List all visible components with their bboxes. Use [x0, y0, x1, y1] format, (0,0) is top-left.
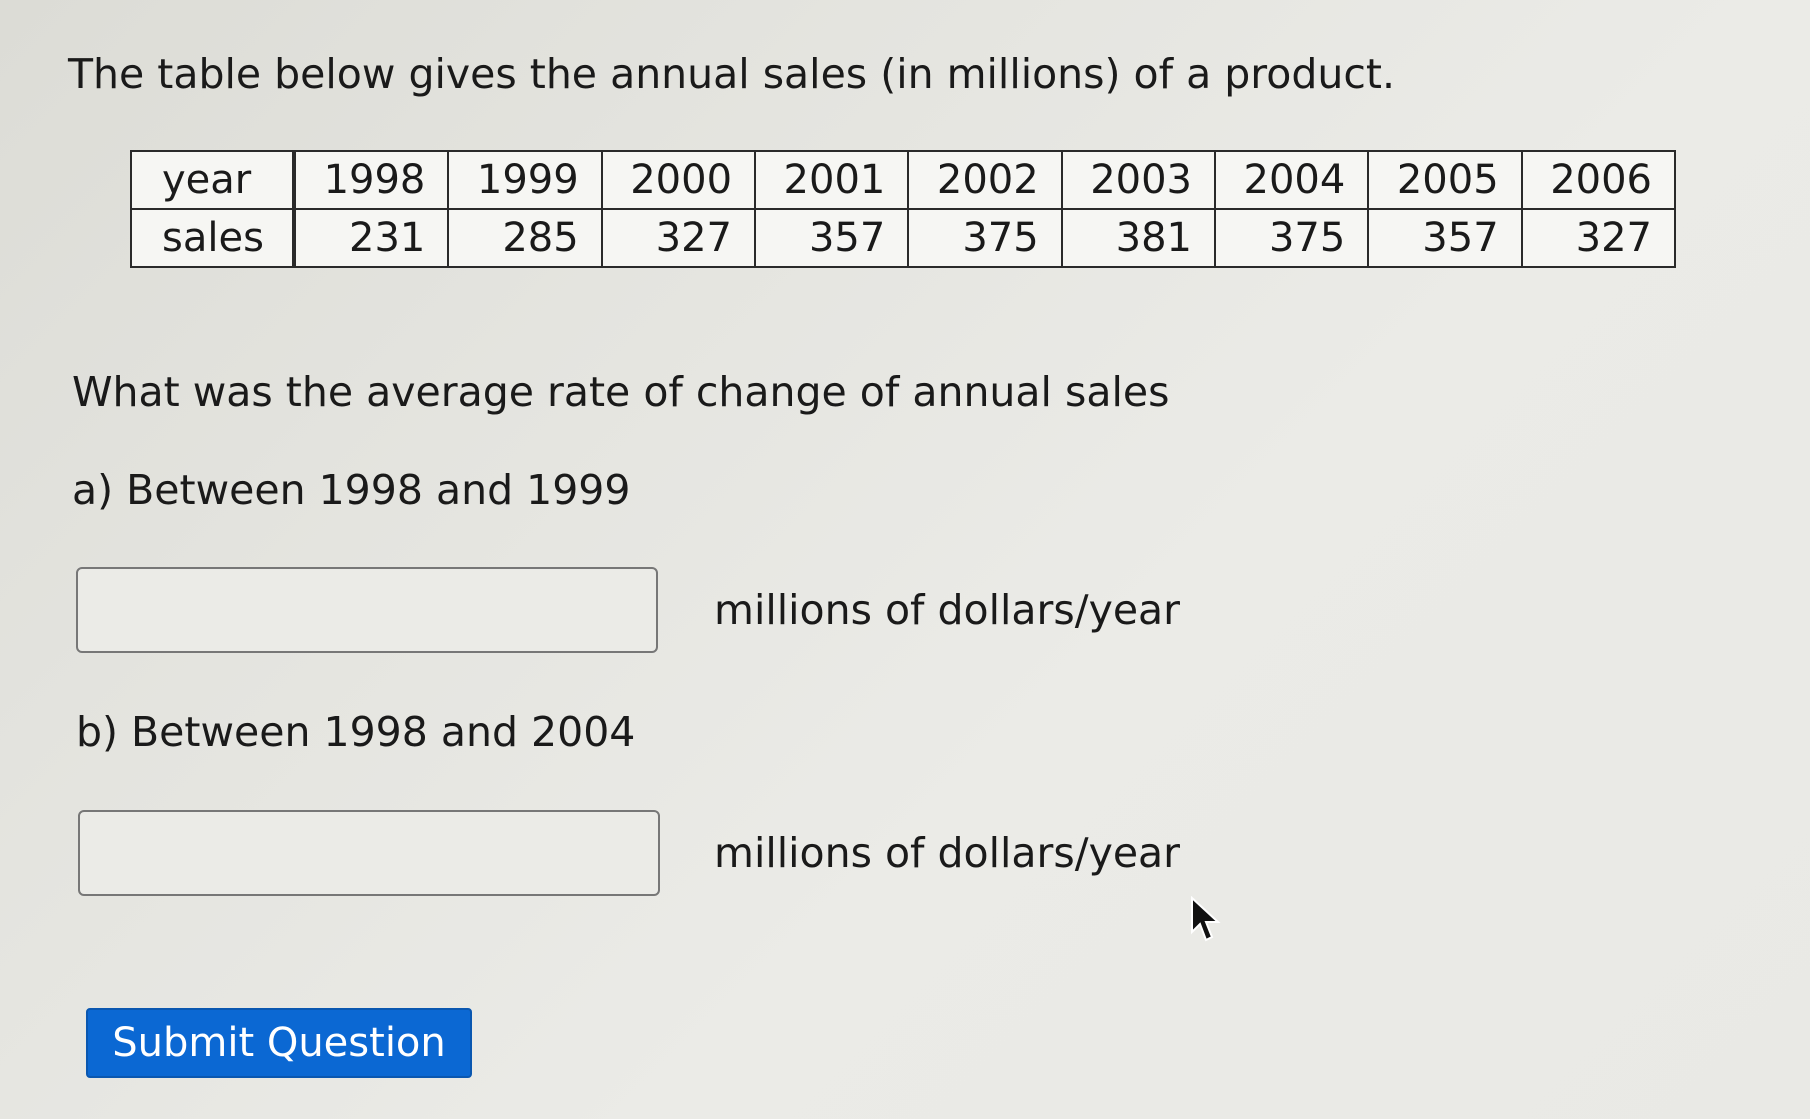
year-cell: 2000 — [600, 150, 757, 210]
year-cell: 2005 — [1367, 150, 1523, 210]
year-cell: 2003 — [1060, 150, 1217, 210]
year-cell: 1998 — [292, 150, 450, 210]
year-cell: 2001 — [754, 150, 910, 210]
table-row-year: year 1998 1999 2000 2001 2002 2003 2004 … — [130, 150, 1677, 210]
part-b-units: millions of dollars/year — [714, 829, 1181, 877]
part-a-label: a) Between 1998 and 1999 — [72, 466, 631, 514]
part-a-units: millions of dollars/year — [714, 586, 1181, 634]
sales-cell: 285 — [447, 208, 603, 268]
year-cell: 2004 — [1213, 150, 1370, 210]
submit-question-button[interactable]: Submit Question — [86, 1008, 472, 1078]
sales-cell: 327 — [1520, 208, 1677, 268]
sales-cell: 327 — [600, 208, 757, 268]
year-cell: 2006 — [1520, 150, 1677, 210]
table-row-sales: sales 231 285 327 357 375 381 375 357 32… — [130, 208, 1677, 268]
sales-table: year 1998 1999 2000 2001 2002 2003 2004 … — [130, 150, 1677, 268]
part-b-label: b) Between 1998 and 2004 — [76, 708, 636, 756]
mouse-pointer-icon — [1191, 896, 1221, 942]
part-b-answer-input[interactable] — [78, 810, 660, 896]
row-header-sales: sales — [130, 208, 296, 268]
year-cell: 2002 — [907, 150, 1063, 210]
part-a-answer-input[interactable] — [76, 567, 658, 653]
row-header-year: year — [130, 150, 296, 210]
question-text: What was the average rate of change of a… — [72, 368, 1170, 416]
year-cell: 1999 — [447, 150, 603, 210]
sales-cell: 381 — [1060, 208, 1217, 268]
sales-cell: 357 — [1367, 208, 1523, 268]
sales-cell: 375 — [907, 208, 1063, 268]
sales-cell: 231 — [292, 208, 450, 268]
sales-cell: 375 — [1213, 208, 1370, 268]
intro-text: The table below gives the annual sales (… — [68, 50, 1395, 98]
sales-cell: 357 — [754, 208, 910, 268]
